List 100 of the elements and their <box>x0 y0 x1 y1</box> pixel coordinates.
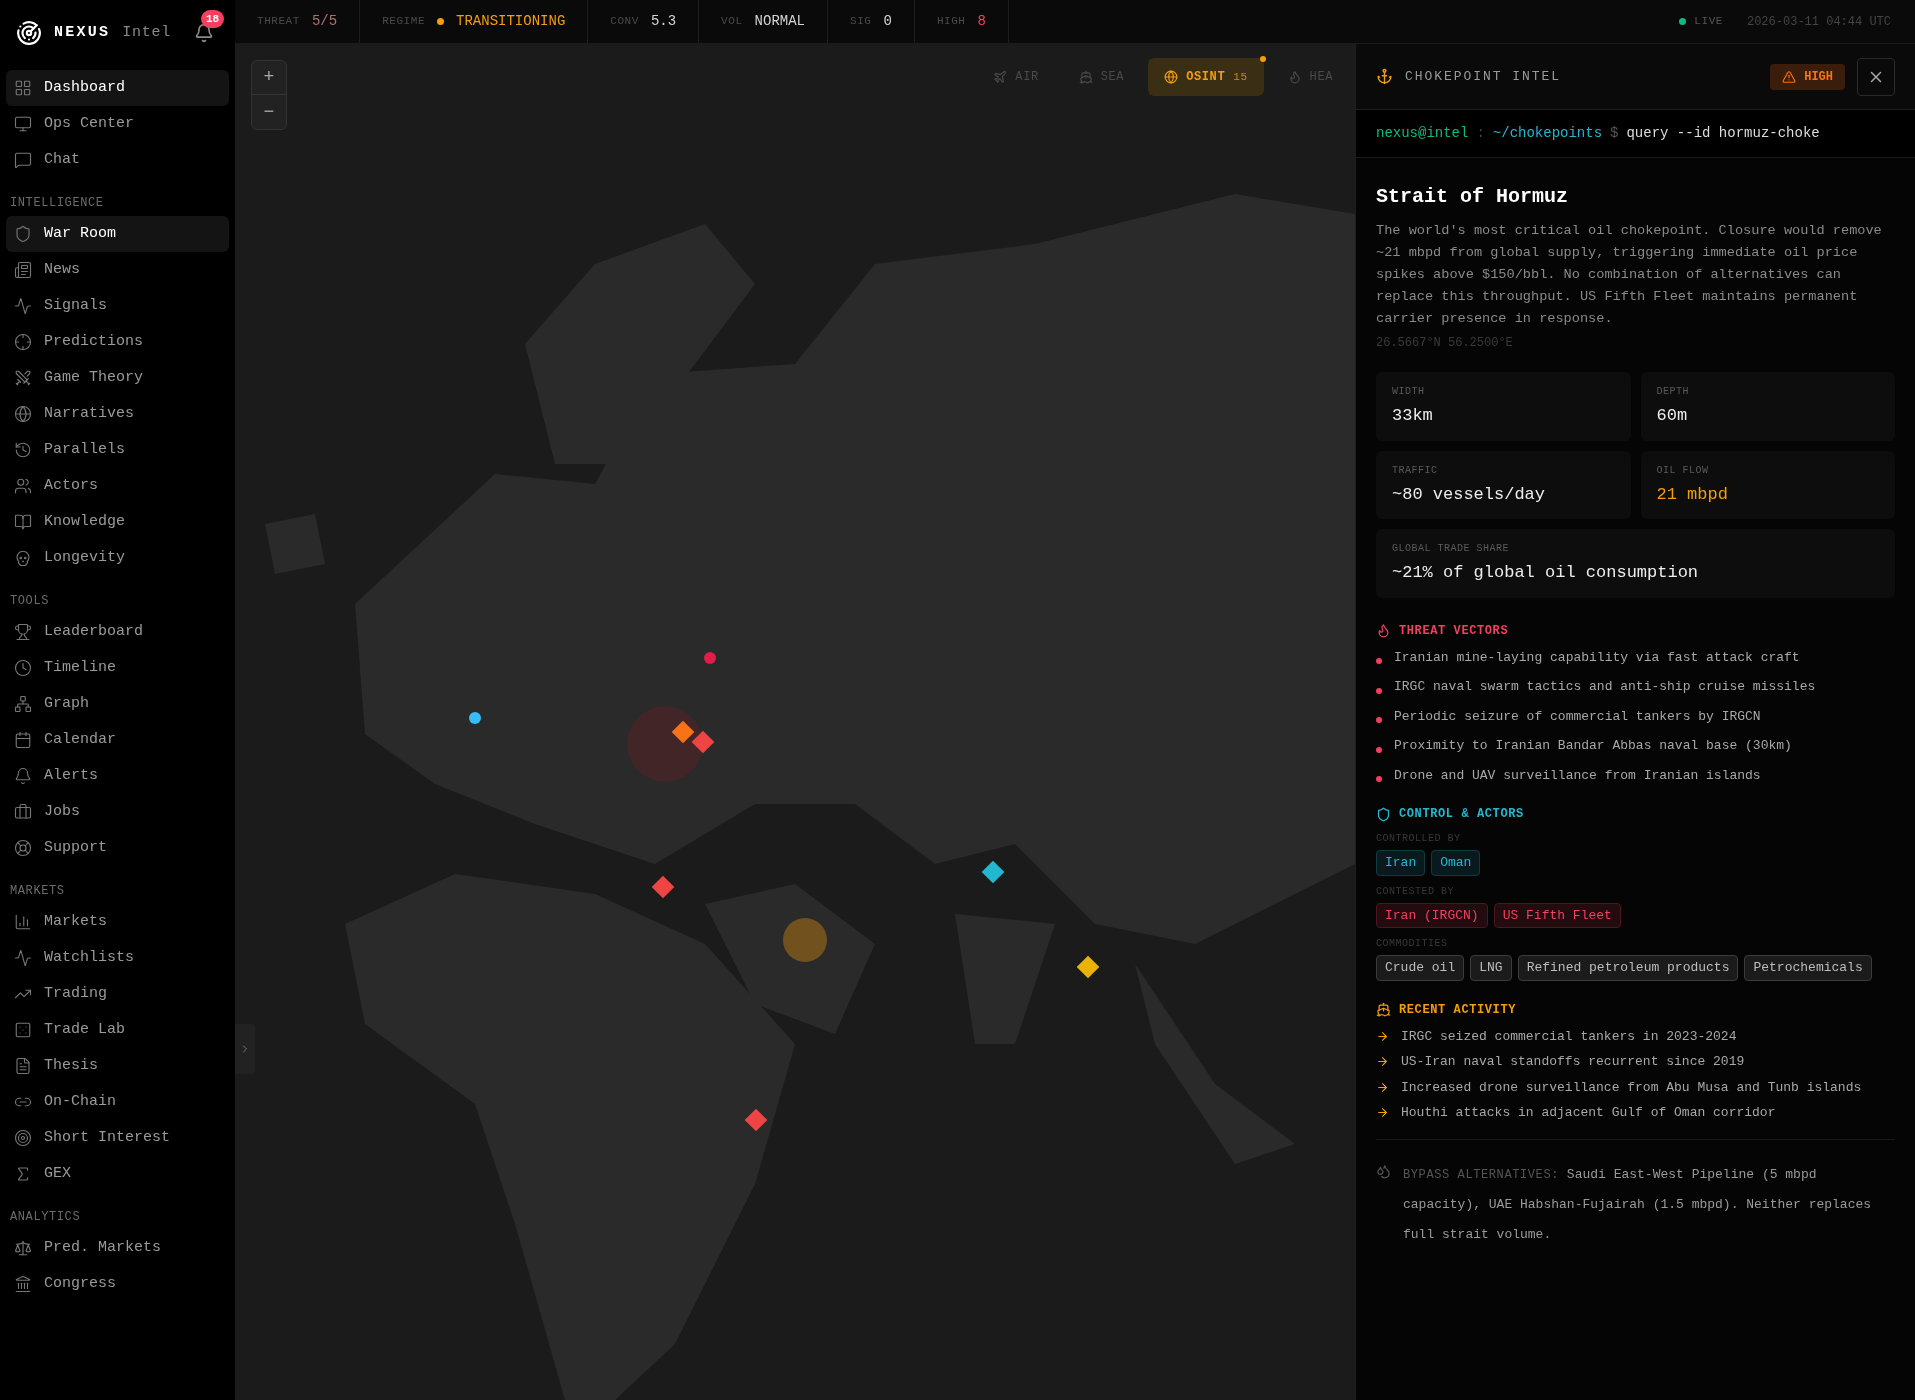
nav-item[interactable]: War Room <box>6 216 229 252</box>
nav-item[interactable]: Signals <box>6 288 229 324</box>
history-icon <box>14 441 32 459</box>
chat-icon <box>14 151 32 169</box>
tag: Iran (IRGCN) <box>1376 902 1488 928</box>
trophy-icon <box>14 623 32 641</box>
section-heading: INTELLIGENCE <box>9 195 105 212</box>
nav-item[interactable]: Narratives <box>6 396 229 432</box>
stat-value: 5.3 <box>650 12 677 31</box>
layer-toggle[interactable]: OSINT 15 <box>1148 58 1264 96</box>
zoom-out-button[interactable]: − <box>252 95 286 129</box>
nav-item[interactable]: Thesis <box>6 1048 229 1084</box>
nav-item[interactable]: Support <box>6 830 229 866</box>
notifications-button[interactable] <box>193 22 215 44</box>
nav-item[interactable]: Trading <box>6 976 229 1012</box>
newspaper-icon <box>14 261 32 279</box>
nav-item[interactable]: Actors <box>6 468 229 504</box>
activity-item: Increased drone surveillance from Abu Musa and Tunb islands <box>1401 1078 1862 1097</box>
stat-value: 5/5 <box>311 12 338 31</box>
grid-icon <box>14 79 32 97</box>
stat-label: SIG <box>850 14 872 30</box>
nav-item[interactable]: Parallels <box>6 432 229 468</box>
tag: Refined petroleum products <box>1517 955 1739 981</box>
nav-item[interactable]: Pred. Markets <box>6 1230 229 1266</box>
shield-icon <box>14 225 32 243</box>
brand-subtitle: Intel <box>122 22 172 43</box>
plane-icon <box>993 70 1008 84</box>
pulse-icon <box>14 949 32 967</box>
nav-item[interactable]: Chat <box>6 142 229 178</box>
document-icon <box>14 1057 32 1075</box>
radar-logo-icon <box>16 20 42 46</box>
nav-item[interactable]: News <box>6 252 229 288</box>
section-heading: RECENT ACTIVITY <box>1399 1001 1517 1019</box>
stat-value: 0 <box>883 12 892 31</box>
nav-item[interactable]: Congress <box>6 1266 229 1302</box>
skull-icon <box>14 549 32 567</box>
landmark-icon <box>14 1275 32 1293</box>
nav-item[interactable]: Alerts <box>6 758 229 794</box>
droplets-icon <box>1376 1163 1391 1179</box>
threat-item: Iranian mine-laying capability via fast attack craft <box>1394 648 1800 667</box>
arrow-right-icon <box>1376 1029 1389 1043</box>
zoom-in-button[interactable]: + <box>252 61 286 95</box>
tag: Crude oil <box>1376 955 1465 981</box>
stat-tile: GLOBAL TRADE SHARE ~21% of global oil consumption <box>1376 529 1895 598</box>
nav-item[interactable]: Dashboard <box>6 70 229 106</box>
threat-item: IRGC naval swarm tactics and anti-ship cruise missiles <box>1394 678 1816 696</box>
nav-item[interactable]: Calendar <box>6 722 229 758</box>
nav-item[interactable]: Timeline <box>6 650 229 686</box>
timestamp: 2026-03-11 04:44 UTC <box>1746 13 1891 31</box>
nav-item[interactable]: Short Interest <box>6 1120 229 1156</box>
section-heading: ANALYTICS <box>9 1209 82 1226</box>
nav-item[interactable]: Jobs <box>6 794 229 830</box>
bar-chart-icon <box>14 913 32 931</box>
nav-item[interactable]: Knowledge <box>6 504 229 540</box>
description: The world's most critical oil chokepoint. Closure would remove ~21 mbpd from global supply, triggering immediate oil price spikes above $150/bbl. No combination of alternatives can replace this throughput. US Fifth Fleet maintains permanent carrier presence in response. <box>1376 222 1883 328</box>
anchor-icon <box>1376 68 1393 85</box>
nav-item[interactable]: On-Chain <box>6 1084 229 1120</box>
nav-item[interactable]: Markets <box>6 904 229 940</box>
tag: Iran <box>1376 850 1426 876</box>
brand-name: NEXUS <box>54 22 111 43</box>
section-heading: MARKETS <box>9 883 66 900</box>
hierarchy-icon <box>14 695 32 713</box>
dice-icon <box>14 1021 32 1039</box>
nav-item[interactable]: Trade Lab <box>6 1012 229 1048</box>
tag: Oman <box>1431 850 1481 876</box>
nav-item[interactable]: Leaderboard <box>6 614 229 650</box>
tag: Petrochemicals <box>1744 955 1872 981</box>
stat-label: REGIME <box>382 14 426 30</box>
section-heading: CONTROL & ACTORS <box>1399 806 1524 823</box>
crosshair-icon <box>14 333 32 351</box>
nav-item[interactable]: Longevity <box>6 540 229 576</box>
notification-count: 18 <box>201 10 225 28</box>
close-button[interactable] <box>1857 57 1895 96</box>
globe-icon <box>14 405 32 423</box>
book-icon <box>14 513 32 531</box>
stat-label: CONV <box>610 14 639 30</box>
nav-item[interactable]: Ops Center <box>6 106 229 142</box>
stat-value: NORMAL <box>754 12 805 31</box>
users-icon <box>14 477 32 495</box>
target-icon <box>14 1129 32 1147</box>
bell-icon <box>14 767 32 785</box>
stat-tile: DEPTH 60m <box>1640 372 1895 441</box>
shield-icon <box>1376 806 1391 822</box>
nav-item[interactable]: GEX <box>6 1156 229 1192</box>
activity-item: IRGC seized commercial tankers in 2023-2024 <box>1401 1027 1737 1046</box>
nav-item[interactable]: Watchlists <box>6 940 229 976</box>
warning-icon <box>1782 69 1797 84</box>
bell-icon <box>194 23 214 43</box>
stat-tile: TRAFFIC ~80 vessels/day <box>1376 450 1631 519</box>
scale-icon <box>14 1239 32 1257</box>
nav-item[interactable]: Predictions <box>6 324 229 360</box>
stat-value: TRANSITIONING <box>456 12 566 31</box>
stat-tile: OIL FLOW 21 mbpd <box>1640 450 1895 519</box>
nav-item[interactable]: Graph <box>6 686 229 722</box>
panel-title: CHOKEPOINT INTEL <box>1405 67 1562 86</box>
bypass-note: BYPASS ALTERNATIVES: Saudi East-West Pipeline (5 mbpd capacity), UAE Habshan-Fujairah (1.5 mbpd). Neither replaces full strait volume. <box>1403 1165 1873 1244</box>
nav-item[interactable]: Game Theory <box>6 360 229 396</box>
threat-item: Drone and UAV surveillance from Iranian islands <box>1394 766 1761 785</box>
section-heading: THREAT VECTORS <box>1399 622 1509 640</box>
arrow-right-icon <box>1376 1106 1389 1120</box>
